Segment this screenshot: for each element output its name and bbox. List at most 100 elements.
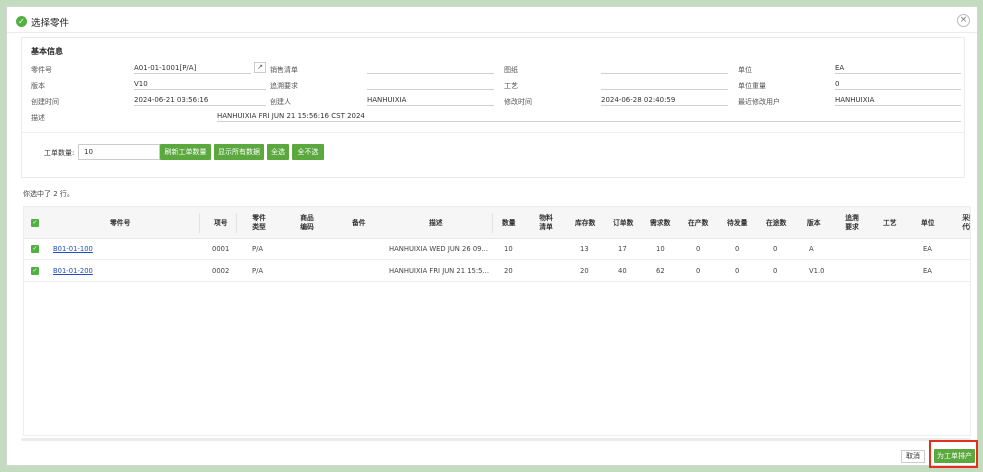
cell-version: V1.0	[809, 267, 825, 275]
cell-unit: EA	[923, 245, 932, 253]
header-item-no: 项号	[214, 219, 228, 227]
unit-weight-value: 0	[835, 79, 961, 90]
check-icon: ✓	[16, 16, 27, 27]
unit-label: 单位	[738, 66, 752, 74]
column-separator	[492, 213, 493, 233]
created-time-value: 2024-06-21 03:56:16	[134, 95, 266, 106]
select-all-button[interactable]: 全选	[267, 144, 289, 160]
parts-table: ✓ 零件号 项号 零件类型 商品编码 备件 描述 数量 物料清单 库存数 订单数…	[23, 206, 971, 436]
cell-in-production: 0	[696, 267, 701, 275]
cell-demand: 10	[656, 245, 665, 253]
select-part-dialog: ✓ 选择零件 × 基本信息 零件号 A01-01-1001[P/A] ↗ 销售清…	[6, 6, 978, 468]
selection-count-text: 你选中了 2 行。	[23, 190, 74, 198]
horizontal-scrollbar[interactable]	[21, 438, 971, 441]
last-modifier-label: 最近修改用户	[738, 98, 780, 106]
last-modifier-value: HANHUIXIA	[835, 95, 961, 106]
cell-stock: 13	[580, 245, 589, 253]
header-in-production: 在产数	[688, 219, 709, 227]
trace-req-value	[367, 79, 494, 90]
header-bom: 物料清单	[539, 214, 553, 231]
cell-description: HANHUIXIA FRI JUN 21 15:5...	[389, 267, 489, 275]
work-order-count-label: 工单数量:	[44, 149, 75, 157]
cell-pending: 0	[735, 245, 740, 253]
drawing-value	[601, 63, 728, 74]
process-value	[601, 79, 728, 90]
trace-req-label: 追溯要求	[270, 82, 298, 90]
cell-unit: EA	[923, 267, 932, 275]
cell-item-no: 0001	[212, 245, 230, 253]
modified-time-value: 2024-06-28 02:40:59	[601, 95, 728, 106]
cell-in-transit: 0	[773, 267, 778, 275]
header-in-transit: 在途数	[766, 219, 787, 227]
unit-weight-label: 单位重量	[738, 82, 766, 90]
part-no-link[interactable]: B01-01-100	[53, 245, 93, 253]
sales-list-label: 销售清单	[270, 66, 298, 74]
header-demand: 需求数	[650, 219, 671, 227]
cell-stock: 20	[580, 267, 589, 275]
part-no-link[interactable]: B01-01-200	[53, 267, 93, 275]
show-all-button[interactable]: 显示所有数据	[214, 144, 264, 160]
section-divider	[22, 132, 964, 133]
cell-in-production: 0	[696, 245, 701, 253]
cell-description: HANHUIXIA WED JUN 26 09...	[389, 245, 488, 253]
close-button[interactable]: ×	[957, 14, 970, 27]
basic-info-title: 基本信息	[31, 47, 63, 56]
select-all-checkbox[interactable]: ✓	[31, 219, 39, 227]
cell-in-transit: 0	[773, 245, 778, 253]
header-trace: 追溯要求	[845, 214, 859, 231]
open-link-icon[interactable]: ↗	[254, 62, 266, 73]
description-value: HANHUIXIA FRI JUN 21 15:56:16 CST 2024	[217, 111, 961, 122]
version-label: 版本	[31, 82, 45, 90]
header-process: 工艺	[883, 219, 897, 227]
creator-label: 创建人	[270, 98, 291, 106]
description-label: 描述	[31, 114, 45, 122]
cell-qty: 10	[504, 245, 513, 253]
basic-info-section: 基本信息 零件号 A01-01-1001[P/A] ↗ 销售清单 图纸 单位 E…	[21, 37, 965, 178]
drawing-label: 图纸	[504, 66, 518, 74]
column-separator	[199, 213, 200, 233]
header-part-no: 零件号	[110, 219, 131, 227]
header-description: 描述	[429, 219, 443, 227]
part-no-value: A01-01-1001[P/A]	[134, 63, 251, 74]
cell-part-type: P/A	[252, 245, 264, 253]
cell-qty: 20	[504, 267, 513, 275]
cell-pending: 0	[735, 267, 740, 275]
header-order-qty: 订单数	[613, 219, 634, 227]
cancel-button[interactable]: 取消	[901, 450, 925, 463]
cell-part-type: P/A	[252, 267, 264, 275]
header-purchase-code: 采购代码	[962, 214, 970, 231]
dialog-title-bar: ✓ 选择零件 ×	[7, 7, 977, 33]
header-remark: 备件	[352, 219, 366, 227]
created-time-label: 创建时间	[31, 98, 59, 106]
table-row[interactable]: ✓ B01-01-200 0002 P/A HANHUIXIA FRI JUN …	[24, 261, 970, 282]
creator-value: HANHUIXIA	[367, 95, 494, 106]
header-stock: 库存数	[575, 219, 596, 227]
header-unit: 单位	[921, 219, 935, 227]
modified-time-label: 修改时间	[504, 98, 532, 106]
header-part-type: 零件类型	[252, 214, 266, 231]
version-value: V10	[134, 79, 266, 90]
table-row[interactable]: ✓ B01-01-100 0001 P/A HANHUIXIA WED JUN …	[24, 239, 970, 260]
header-pending: 待发量	[727, 219, 748, 227]
cell-order-qty: 40	[618, 267, 627, 275]
column-separator	[236, 213, 237, 233]
cell-item-no: 0002	[212, 267, 230, 275]
cell-demand: 62	[656, 267, 665, 275]
table-header: ✓ 零件号 项号 零件类型 商品编码 备件 描述 数量 物料清单 库存数 订单数…	[24, 207, 970, 239]
select-none-button[interactable]: 全不选	[292, 144, 324, 160]
schedule-work-order-button[interactable]: 为工单排产	[934, 449, 975, 463]
part-no-label: 零件号	[31, 66, 52, 74]
row-checkbox[interactable]: ✓	[31, 245, 39, 253]
header-qty: 数量	[502, 219, 516, 227]
dialog-title: 选择零件	[31, 18, 70, 29]
header-version: 版本	[807, 219, 821, 227]
header-product-code: 商品编码	[300, 214, 314, 231]
sales-list-value	[367, 63, 494, 74]
process-label: 工艺	[504, 82, 518, 90]
cell-version: A	[809, 245, 814, 253]
row-checkbox[interactable]: ✓	[31, 267, 39, 275]
refresh-count-button[interactable]: 刷新工单数量	[160, 144, 211, 160]
cell-order-qty: 17	[618, 245, 627, 253]
unit-value: EA	[835, 63, 961, 74]
work-order-count-input[interactable]: 10	[78, 144, 160, 160]
